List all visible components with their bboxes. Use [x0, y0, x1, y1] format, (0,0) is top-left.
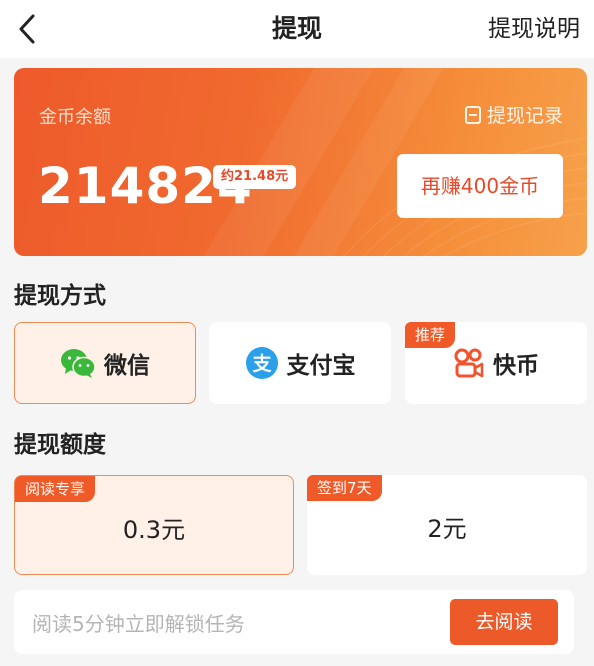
- amount-value: 0.3元: [122, 516, 186, 544]
- approx-cash-badge: 约21.48元: [213, 165, 297, 189]
- method-alipay[interactable]: 支 支付宝: [209, 322, 391, 404]
- alipay-icon: 支: [245, 347, 278, 379]
- reading-exclusive-tag: 阅读专享: [15, 476, 96, 502]
- method-alipay-label: 支付宝: [286, 353, 356, 379]
- amount-value: 2元: [427, 515, 467, 543]
- amount-option-0-3[interactable]: 阅读专享 0.3元: [14, 475, 294, 575]
- withdraw-amount-title: 提现额度: [14, 432, 106, 458]
- records-icon: [464, 105, 481, 124]
- checkin-7-days-tag: 签到7天: [307, 475, 382, 501]
- earn-more-coins-button[interactable]: 再赚400金币: [397, 154, 563, 218]
- reading-task-bar: 阅读5分钟立即解锁任务 去阅读: [14, 590, 574, 654]
- coin-balance-label: 金币余额: [39, 107, 111, 128]
- method-wechat[interactable]: 微信: [14, 322, 196, 404]
- top-nav-bar: 提现 提现说明: [0, 0, 594, 58]
- withdraw-help-link[interactable]: 提现说明: [488, 12, 580, 46]
- withdraw-method-title: 提现方式: [14, 283, 106, 309]
- kuaishou-icon: [454, 348, 484, 378]
- go-read-button[interactable]: 去阅读: [450, 599, 558, 645]
- wechat-icon: [61, 349, 96, 378]
- method-wechat-label: 微信: [104, 353, 150, 379]
- svg-text:支: 支: [251, 353, 272, 375]
- withdraw-records-label: 提现记录: [486, 105, 563, 127]
- method-kuaibi[interactable]: 推荐 快币: [405, 322, 587, 404]
- balance-card: 金币余额 提现记录 214824 约21.48元 再赚400金币: [14, 68, 587, 256]
- withdraw-records-link[interactable]: 提现记录: [464, 101, 563, 128]
- recommend-tag: 推荐: [405, 322, 456, 348]
- reading-task-text: 阅读5分钟立即解锁任务: [32, 612, 245, 636]
- amount-option-2[interactable]: 签到7天 2元: [307, 475, 587, 575]
- method-kuaibi-label: 快币: [493, 353, 539, 379]
